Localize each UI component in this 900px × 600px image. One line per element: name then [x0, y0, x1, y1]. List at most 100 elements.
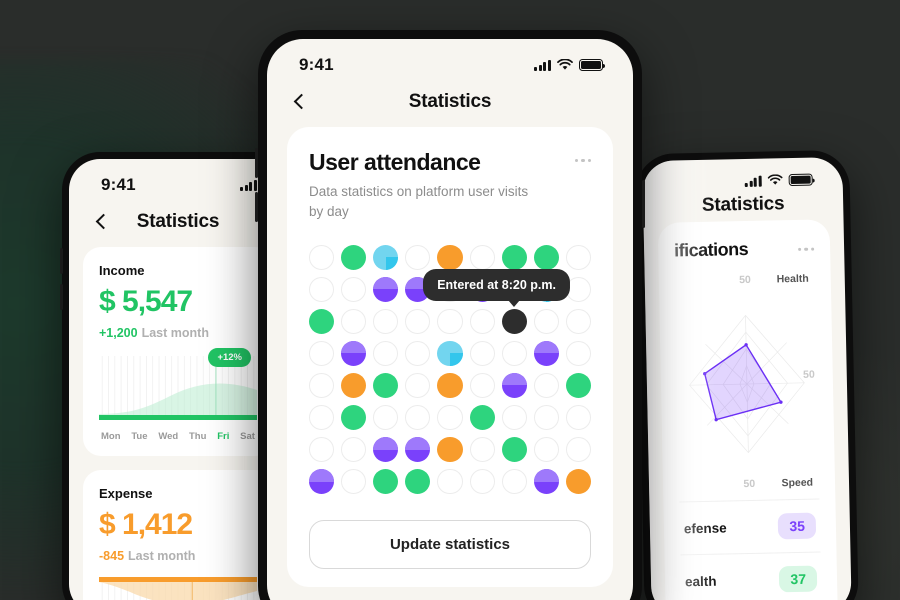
update-statistics-button[interactable]: Update statistics [309, 520, 591, 570]
attendance-dot-r8-c5[interactable] [437, 469, 463, 495]
attendance-dot-r3-c2[interactable] [341, 308, 367, 334]
expense-delta: -845 Last month [99, 549, 257, 563]
income-card[interactable]: Income $ 5,547 +1,200 Last month +12% Mo… [83, 247, 273, 456]
income-day-tue: Tue [131, 431, 148, 442]
stat-row-health[interactable]: ealth 37 [680, 551, 822, 600]
income-baseline [99, 415, 257, 420]
attendance-dot-r1-c9[interactable] [565, 244, 591, 270]
attendance-dot-r4-c8[interactable] [533, 340, 559, 366]
attendance-dot-r5-c8[interactable] [533, 372, 559, 399]
attendance-dot-r6-c7[interactable] [501, 405, 527, 431]
specifications-card[interactable]: ifications 50 50 50 Health Speed efense … [657, 219, 839, 600]
more-horizontal-icon[interactable] [574, 149, 591, 163]
attendance-dot-r6-c8[interactable] [533, 405, 559, 431]
attendance-dot-r7-c9[interactable] [565, 437, 591, 463]
left-phone-screen: 9:41 Statistics Income $ 5,547 +1,200 Las… [69, 159, 287, 600]
attendance-dot-r7-c7[interactable] [501, 437, 527, 463]
attendance-dot-r4-c5[interactable] [437, 340, 463, 366]
attendance-dot-r4-c2[interactable] [341, 340, 367, 366]
attendance-dot-r7-c6[interactable] [469, 437, 495, 463]
expense-label: Expense [99, 486, 153, 501]
attendance-dot-r5-c1[interactable] [309, 372, 335, 399]
right-phone: Statistics ifications 50 50 50 Health Sp… [635, 149, 859, 600]
attendance-dot-r8-c3[interactable] [373, 469, 399, 495]
radar-axis-health: Health [776, 272, 809, 286]
attendance-dot-r4-c6[interactable] [469, 340, 495, 366]
attendance-dot-r3-c4[interactable] [405, 308, 431, 334]
attendance-dot-r7-c5[interactable] [437, 437, 463, 463]
attendance-dot-r7-c2[interactable] [341, 437, 367, 463]
stat-row-defense[interactable]: efense 35 [679, 498, 821, 555]
attendance-dot-r5-c2[interactable] [341, 372, 367, 399]
attendance-dot-r1-c4[interactable] [405, 244, 431, 270]
attendance-dot-r8-c7[interactable] [501, 469, 527, 495]
attendance-dot-r1-c2[interactable] [341, 244, 367, 270]
attendance-dot-r1-c3[interactable] [373, 244, 399, 270]
volume-down-button[interactable] [60, 284, 63, 310]
attendance-dot-r1-c1[interactable] [309, 244, 335, 270]
right-page-title: Statistics [701, 193, 785, 216]
attendance-dot-r8-c9[interactable] [565, 469, 591, 495]
attendance-dot-r3-c7[interactable] [501, 308, 527, 334]
attendance-dot-r3-c6[interactable] [469, 308, 495, 334]
radar-tick-right: 50 [802, 368, 815, 381]
attendance-dot-r6-c5[interactable] [437, 405, 463, 431]
left-status-time: 9:41 [101, 175, 136, 194]
expense-area-chart-svg [99, 577, 257, 600]
attendance-dot-r4-c4[interactable] [405, 340, 431, 366]
income-day-sat: Sat [240, 431, 255, 442]
attendance-dot-r5-c4[interactable] [405, 372, 431, 399]
attendance-dot-r6-c6[interactable] [469, 405, 495, 431]
attendance-dot-r8-c6[interactable] [469, 469, 495, 495]
attendance-dot-r1-c8[interactable] [533, 244, 559, 270]
attendance-dot-r3-c5[interactable] [437, 308, 463, 334]
attendance-dot-r1-c7[interactable] [501, 244, 527, 270]
power-button[interactable] [642, 180, 645, 228]
attendance-dot-r6-c3[interactable] [373, 405, 399, 431]
right-status-icons [744, 173, 813, 187]
attendance-dot-r7-c3[interactable] [373, 437, 399, 463]
user-attendance-title: User attendance [309, 149, 481, 175]
attendance-dot-r3-c3[interactable] [373, 308, 399, 334]
attendance-dot-r8-c1[interactable] [309, 469, 335, 495]
attendance-dot-r4-c1[interactable] [309, 340, 335, 366]
attendance-dot-r6-c2[interactable] [341, 405, 367, 431]
attendance-dot-r4-c3[interactable] [373, 340, 399, 366]
volume-up-button[interactable] [255, 148, 258, 178]
center-phone: 9:41 Statistics User attendance Data sta… [255, 30, 645, 600]
attendance-dot-r8-c2[interactable] [341, 469, 367, 495]
attendance-dot-r8-c8[interactable] [533, 469, 559, 495]
attendance-dot-r6-c9[interactable] [565, 405, 591, 431]
expense-card[interactable]: Expense $ 1,412 -845 Last month [83, 470, 273, 600]
attendance-dot-r3-c9[interactable] [565, 308, 591, 334]
left-status-icons [240, 179, 257, 191]
attendance-dot-r2-c2[interactable] [341, 276, 367, 302]
volume-down-button[interactable] [255, 192, 258, 222]
attendance-dot-r6-c4[interactable] [405, 405, 431, 431]
user-attendance-card-head: User attendance [309, 149, 591, 176]
attendance-dot-r1-c6[interactable] [469, 244, 495, 270]
attendance-dot-r2-c3[interactable] [373, 276, 399, 302]
attendance-dot-r7-c4[interactable] [405, 437, 431, 463]
attendance-dot-r4-c9[interactable] [565, 340, 591, 366]
more-horizontal-icon[interactable] [797, 238, 815, 252]
attendance-tooltip: Entered at 8:20 p.m. [423, 268, 570, 307]
attendance-dot-r5-c3[interactable] [373, 372, 399, 399]
attendance-dot-r5-c9[interactable] [565, 372, 591, 399]
attendance-dot-r5-c5[interactable] [437, 372, 463, 399]
radar-axis-speed: Speed [781, 476, 814, 490]
specifications-title: ifications [673, 238, 749, 261]
attendance-dot-r3-c1[interactable] [309, 308, 335, 334]
attendance-dot-r5-c7[interactable] [501, 372, 527, 399]
attendance-dot-r8-c4[interactable] [405, 469, 431, 495]
attendance-dot-r3-c8[interactable] [533, 308, 559, 334]
attendance-dot-r7-c1[interactable] [309, 437, 335, 463]
attendance-dot-r2-c1[interactable] [309, 276, 335, 302]
attendance-dot-r7-c8[interactable] [533, 437, 559, 463]
attendance-dot-r4-c7[interactable] [501, 340, 527, 366]
income-label: Income [99, 263, 145, 278]
attendance-dot-r6-c1[interactable] [309, 405, 335, 431]
attendance-dot-r5-c6[interactable] [469, 372, 495, 399]
attendance-dot-r1-c5[interactable] [437, 244, 463, 270]
volume-up-button[interactable] [60, 248, 63, 274]
